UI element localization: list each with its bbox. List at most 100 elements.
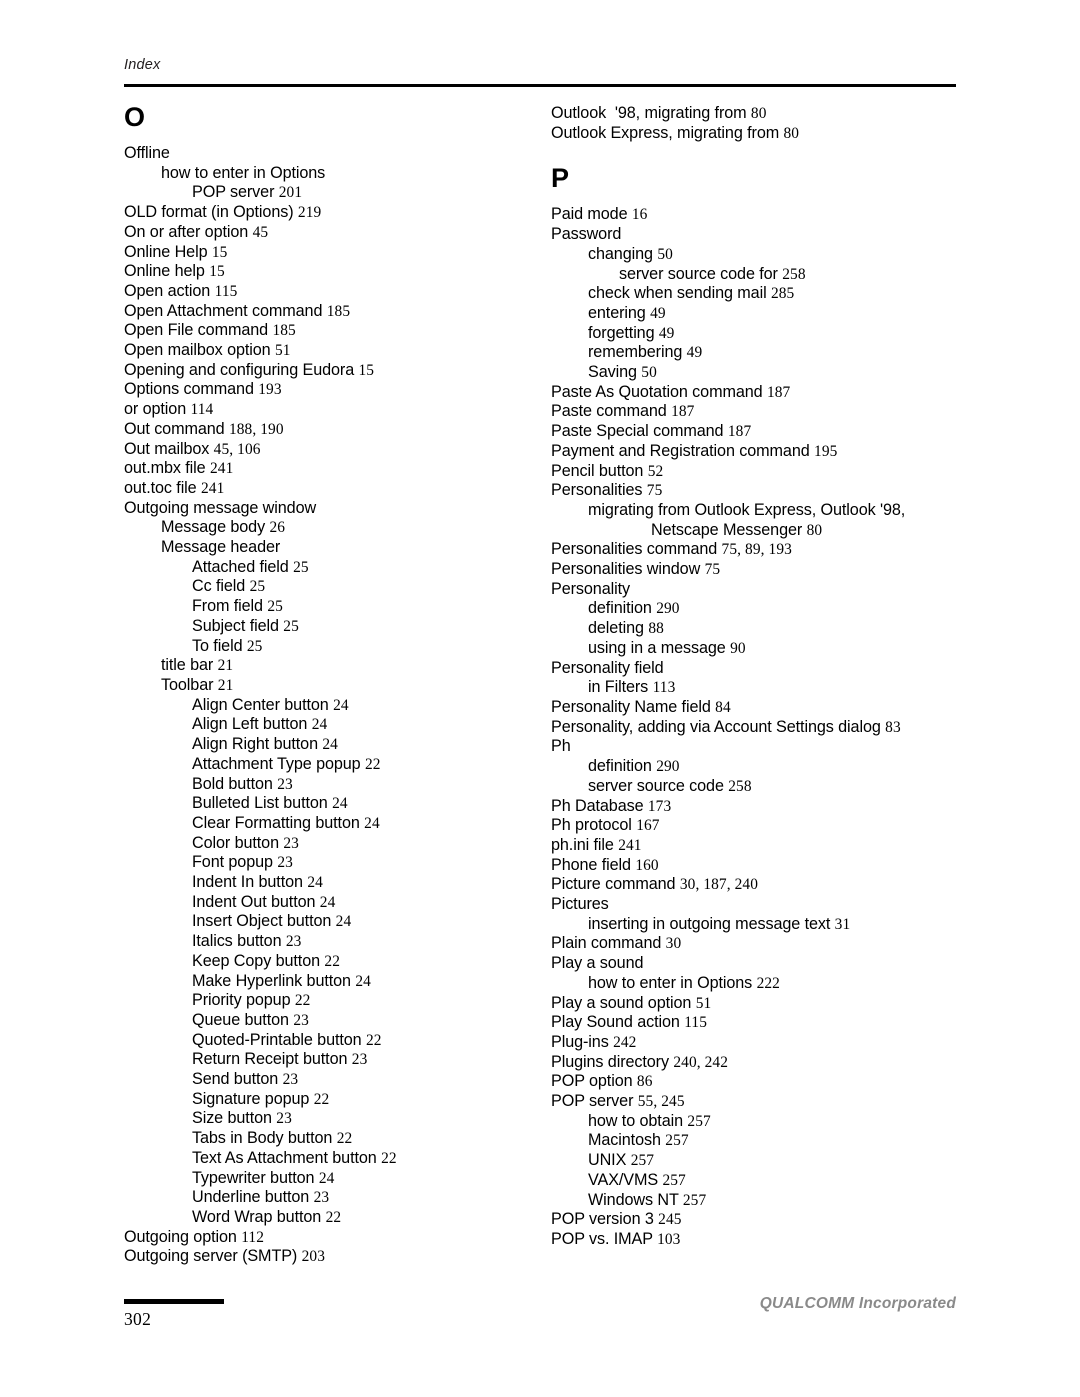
index-entry-page-locator: 257	[687, 1112, 711, 1130]
index-entry-page-locator: 86	[636, 1073, 653, 1091]
index-entry: Pictures	[551, 895, 971, 915]
index-entry-label: Align Center button	[192, 695, 334, 714]
index-entry-label: Toolbar	[161, 675, 218, 694]
index-entry: Open action 115	[124, 282, 544, 302]
index-entry: Opening and configuring Eudora 15	[124, 361, 544, 381]
index-entry: Attached field 25	[124, 558, 544, 578]
index-entry-page-locator: 241	[200, 479, 225, 497]
index-entry-page-locator: 257	[682, 1191, 707, 1209]
index-entry-label: definition	[588, 757, 657, 776]
index-entry-page-locator: 23	[282, 1071, 299, 1089]
index-entry-page-locator: 195	[814, 442, 838, 460]
index-entry-page-locator: 84	[715, 698, 731, 716]
index-entry: definition 290	[551, 599, 971, 619]
index-entry-label: Indent Out button	[192, 892, 320, 911]
index-entry-label: Font popup	[192, 853, 278, 872]
index-entry-page-locator: 201	[278, 184, 303, 202]
index-entry: Netscape Messenger 80	[551, 521, 971, 541]
index-entry-label: Color button	[192, 833, 284, 852]
index-entry: Typewriter button 24	[124, 1169, 544, 1189]
index-entry-label: Picture command	[551, 875, 680, 894]
index-entry: Online help 15	[124, 262, 544, 282]
index-entry-page-locator: 187	[671, 403, 695, 421]
index-entry-label: Priority popup	[192, 991, 295, 1010]
letter-block-gap	[551, 143, 971, 165]
index-entry-label: out.mbx file	[124, 459, 210, 478]
index-entry-page-locator: 258	[728, 777, 752, 795]
index-entry: Clear Formatting button 24	[124, 814, 544, 834]
index-entry-page-locator: 257	[662, 1171, 686, 1189]
index-entry: server source code 258	[551, 777, 971, 797]
index-entry-label: UNIX	[588, 1151, 631, 1170]
index-entry-label: Play Sound action	[551, 1013, 685, 1032]
index-entry: Options command 193	[124, 380, 544, 400]
index-entry-page-locator: 241	[618, 836, 642, 854]
index-entry-page-locator: 25	[283, 617, 299, 635]
index-entry: Cc field 25	[124, 577, 544, 597]
index-entry-page-locator: 15	[209, 263, 225, 281]
index-entry: Bold button 23	[124, 775, 544, 795]
index-entry: Phone field 160	[551, 856, 971, 876]
index-entry-page-locator: 25	[267, 598, 283, 616]
index-entry-page-locator: 30, 187, 240	[679, 876, 759, 894]
index-entry: Personalities 75	[551, 481, 971, 501]
index-entry-page-locator: 75	[704, 561, 721, 579]
index-entry: Personality Name field 84	[551, 698, 971, 718]
index-entry: Word Wrap button 22	[124, 1208, 544, 1228]
index-entry-page-locator: 24	[333, 696, 349, 714]
index-entry-label: Underline button	[192, 1188, 314, 1207]
index-entry: Italics button 23	[124, 932, 544, 952]
index-entry: POP vs. IMAP 103	[551, 1230, 971, 1250]
index-entry-label: Plain command	[551, 934, 666, 953]
index-entry-page-locator: 22	[365, 1031, 382, 1049]
index-entry: Size button 23	[124, 1109, 544, 1129]
index-entry-page-locator: 45, 106	[213, 440, 261, 458]
index-entry-label: POP option	[551, 1072, 637, 1091]
index-entry: Personalities window 75	[551, 560, 971, 580]
index-entry-label: Phone field	[551, 855, 636, 874]
index-entry: Toolbar 21	[124, 676, 544, 696]
index-entry-label: deleting	[588, 619, 649, 638]
index-entry-label: inserting in outgoing message text	[588, 914, 835, 933]
page-number: 302	[124, 1309, 152, 1329]
index-entry-page-locator: 241	[209, 460, 234, 478]
index-entry-label: POP vs. IMAP	[551, 1229, 658, 1248]
index-entry-page-locator: 24	[319, 893, 336, 911]
index-entry-label: Paid mode	[551, 205, 632, 224]
index-entry: Bulleted List button 24	[124, 794, 544, 814]
index-entry-page-locator: 240, 242	[673, 1053, 729, 1071]
index-entry-page-locator: 75	[646, 482, 663, 500]
index-entry-page-locator: 55, 245	[637, 1093, 685, 1111]
index-entry-page-locator: 75, 89, 193	[721, 541, 792, 559]
index-entry: Queue button 23	[124, 1011, 544, 1031]
index-entry: POP server 55, 245	[551, 1092, 971, 1112]
index-entry: Font popup 23	[124, 853, 544, 873]
index-entry-label: Pictures	[551, 895, 609, 914]
index-entry-page-locator: 52	[647, 462, 664, 480]
index-entry: Insert Object button 24	[124, 912, 544, 932]
index-entry: Password	[551, 225, 971, 245]
index-entry-label: Align Left button	[192, 715, 312, 734]
index-entry-label: how to obtain	[588, 1111, 688, 1130]
index-entry-label: Paste As Quotation command	[551, 382, 767, 401]
index-entry-label: Personalities	[551, 481, 647, 500]
index-entry-label: Typewriter button	[192, 1168, 319, 1187]
index-entry-label: Out mailbox	[124, 439, 214, 458]
index-entry-label: POP server	[192, 183, 279, 202]
index-entry-label: server source code for	[619, 264, 783, 283]
index-entry-page-locator: 290	[656, 758, 680, 776]
index-entry-page-locator: 16	[631, 206, 648, 224]
index-entry-label: Make Hyperlink button	[192, 971, 356, 990]
index-entry-page-locator: 115	[684, 1014, 708, 1032]
index-entry: Paid mode 16	[551, 205, 971, 225]
index-entry-label: Outlook Express, migrating from	[551, 123, 784, 142]
index-entry-label: Open Attachment command	[124, 301, 327, 320]
index-entry: Make Hyperlink button 24	[124, 972, 544, 992]
index-entry: how to obtain 257	[551, 1112, 971, 1132]
index-entry: Quoted-Printable button 22	[124, 1031, 544, 1051]
index-entry: POP server 201	[124, 183, 544, 203]
index-entry-label: Outgoing server (SMTP)	[124, 1247, 302, 1266]
index-entry-page-locator: 290	[656, 600, 680, 618]
index-entry-page-locator: 26	[269, 519, 286, 537]
index-entry: Windows NT 257	[551, 1191, 971, 1211]
